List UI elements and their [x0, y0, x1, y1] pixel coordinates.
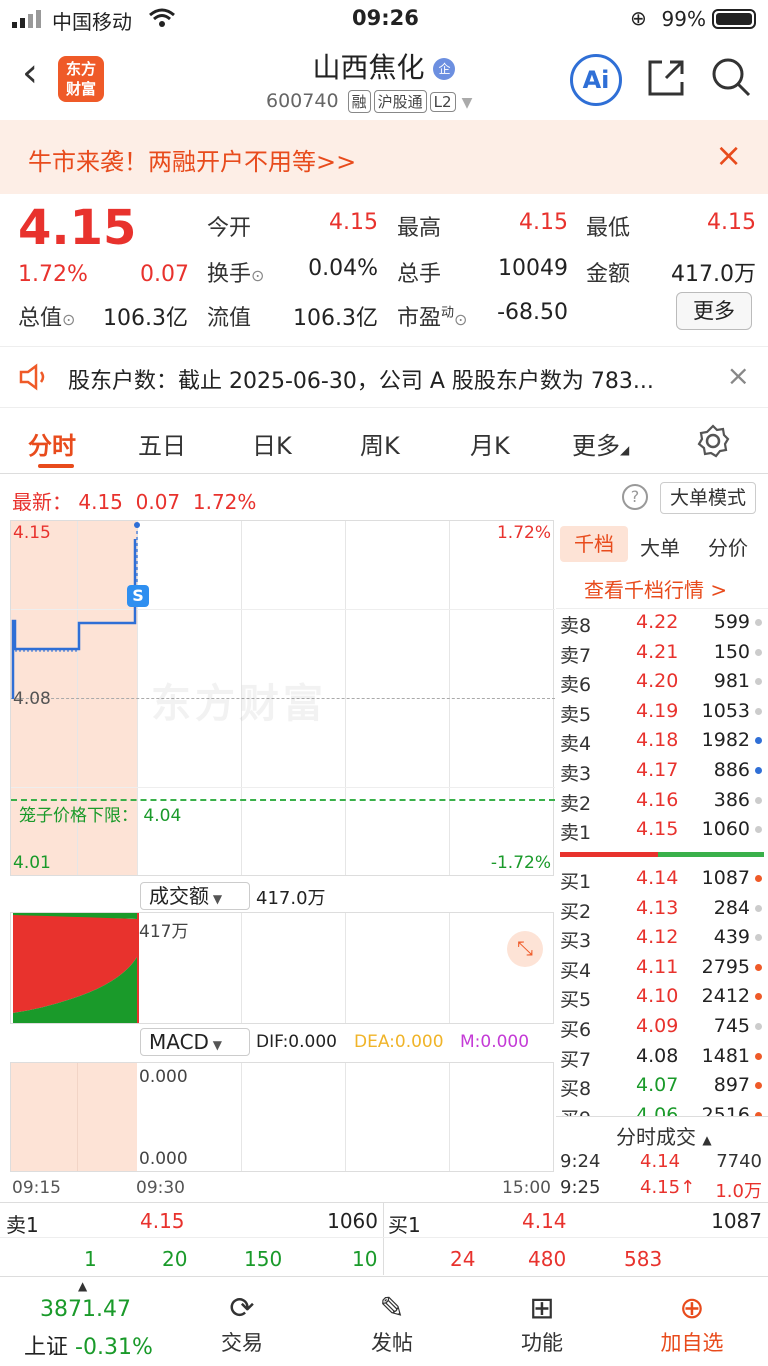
buy-queue-order: 480	[528, 1247, 567, 1271]
tick-price: 4.15↑	[640, 1177, 696, 1198]
level-label: 买7	[560, 1048, 592, 1071]
tick-volume: 1.0万	[715, 1181, 762, 1202]
level-dot	[755, 993, 762, 1001]
level-price: 4.08	[636, 1044, 679, 1067]
level-dot	[755, 904, 762, 912]
level-price: 4.07	[636, 1074, 679, 1097]
level-volume: 2412	[701, 985, 750, 1008]
buy-level-row[interactable]: 买3 4.12 439	[558, 923, 764, 953]
tick-trades-panel: 分时成交 ▲ 9:24 4.14 7740 9:25 4.15↑ 1.0万	[556, 1116, 768, 1202]
nav-functions[interactable]: ⊞ 功能	[492, 1291, 592, 1357]
macd-axis-bottom: 0.000	[139, 1149, 188, 1169]
buy-level-row[interactable]: 买5 4.10 2412	[558, 982, 764, 1012]
best-quote-strip: 卖1 4.15 1060 买1 4.14 1087 1 20 150 10 24…	[0, 1202, 768, 1275]
tick-volume: 7740	[716, 1151, 762, 1172]
time-axis-end: 15:00	[502, 1178, 551, 1198]
level-dot	[755, 1052, 762, 1060]
level-label: 买8	[560, 1078, 592, 1101]
best-sell-price: 4.15	[140, 1209, 185, 1233]
level-volume: 1481	[701, 1044, 750, 1067]
level-dot	[755, 934, 762, 942]
level-price: 4.09	[636, 1015, 679, 1037]
level-volume: 745	[713, 1015, 750, 1037]
level-label: 买4	[560, 959, 592, 982]
level-volume: 284	[713, 896, 750, 919]
sell-queue-order: 150	[244, 1247, 283, 1271]
bottom-nav: ▲ 3871.47 上证 -0.31% ⟳ 交易 ✎ 发帖 ⊞ 功能 ⊕ 加自选	[0, 1276, 768, 1366]
buy-level-row[interactable]: 买6 4.09 745	[558, 1012, 764, 1042]
time-axis-start: 09:15	[12, 1178, 61, 1198]
best-buy-price: 4.14	[522, 1209, 567, 1233]
yen-exchange-icon: ⟳	[229, 1291, 255, 1326]
level-label: 买3	[560, 930, 592, 953]
tick-time: 9:25	[560, 1177, 601, 1198]
level-volume: 2795	[701, 955, 750, 978]
level-dot	[755, 1023, 762, 1030]
time-axis-open: 09:30	[136, 1178, 185, 1198]
level-label: 买6	[560, 1019, 592, 1041]
buy-queue-order: 24	[450, 1247, 476, 1271]
level-dot	[755, 1082, 762, 1090]
best-buy-volume: 1087	[711, 1209, 762, 1233]
level-price: 4.12	[636, 926, 679, 949]
buy-level-row[interactable]: 买8 4.07 897	[558, 1071, 764, 1101]
buy-queue-order: 583	[624, 1247, 663, 1271]
level-label: 买2	[560, 900, 592, 923]
index-caret-icon: ▲	[78, 1279, 88, 1293]
level-dot	[755, 963, 762, 971]
level-label: 买1	[560, 871, 592, 893]
index-summary[interactable]: 上证 -0.31%	[24, 1329, 153, 1361]
sell-queue-order: 10	[352, 1247, 378, 1271]
nav-add-watchlist[interactable]: ⊕ 加自选	[642, 1291, 742, 1357]
tick-trades-title[interactable]: 分时成交 ▲	[616, 1121, 712, 1150]
edit-icon: ✎	[379, 1291, 405, 1326]
level-dot	[755, 875, 762, 882]
level-volume: 439	[713, 926, 750, 949]
best-buy-label: 买1	[388, 1213, 421, 1237]
best-sell-volume: 1060	[327, 1209, 378, 1233]
best-sell-label: 卖1	[6, 1213, 39, 1237]
tick-price: 4.14	[640, 1151, 681, 1172]
level-price: 4.11	[636, 955, 679, 978]
level-price: 4.10	[636, 985, 679, 1008]
grid-icon: ⊞	[529, 1291, 555, 1326]
nav-trade[interactable]: ⟳ 交易	[192, 1291, 292, 1357]
index-value[interactable]: 3871.47	[40, 1297, 131, 1322]
tick-time: 9:24	[560, 1151, 601, 1172]
sell-queue-order: 20	[162, 1247, 188, 1271]
nav-post[interactable]: ✎ 发帖	[342, 1291, 442, 1357]
level-price: 4.14	[636, 867, 679, 889]
sell-queue-order: 1	[84, 1247, 97, 1271]
plus-circle-icon: ⊕	[679, 1291, 705, 1326]
buy-level-row[interactable]: 买4 4.11 2795	[558, 953, 764, 983]
buy-level-row[interactable]: 买1 4.14 1087	[558, 864, 764, 894]
level-label: 买5	[560, 989, 592, 1012]
level-volume: 1087	[701, 867, 750, 889]
level-price: 4.13	[636, 896, 679, 919]
buy-level-row[interactable]: 买2 4.13 284	[558, 894, 764, 924]
buy-level-row[interactable]: 买7 4.08 1481	[558, 1042, 764, 1072]
level-volume: 897	[713, 1074, 750, 1097]
